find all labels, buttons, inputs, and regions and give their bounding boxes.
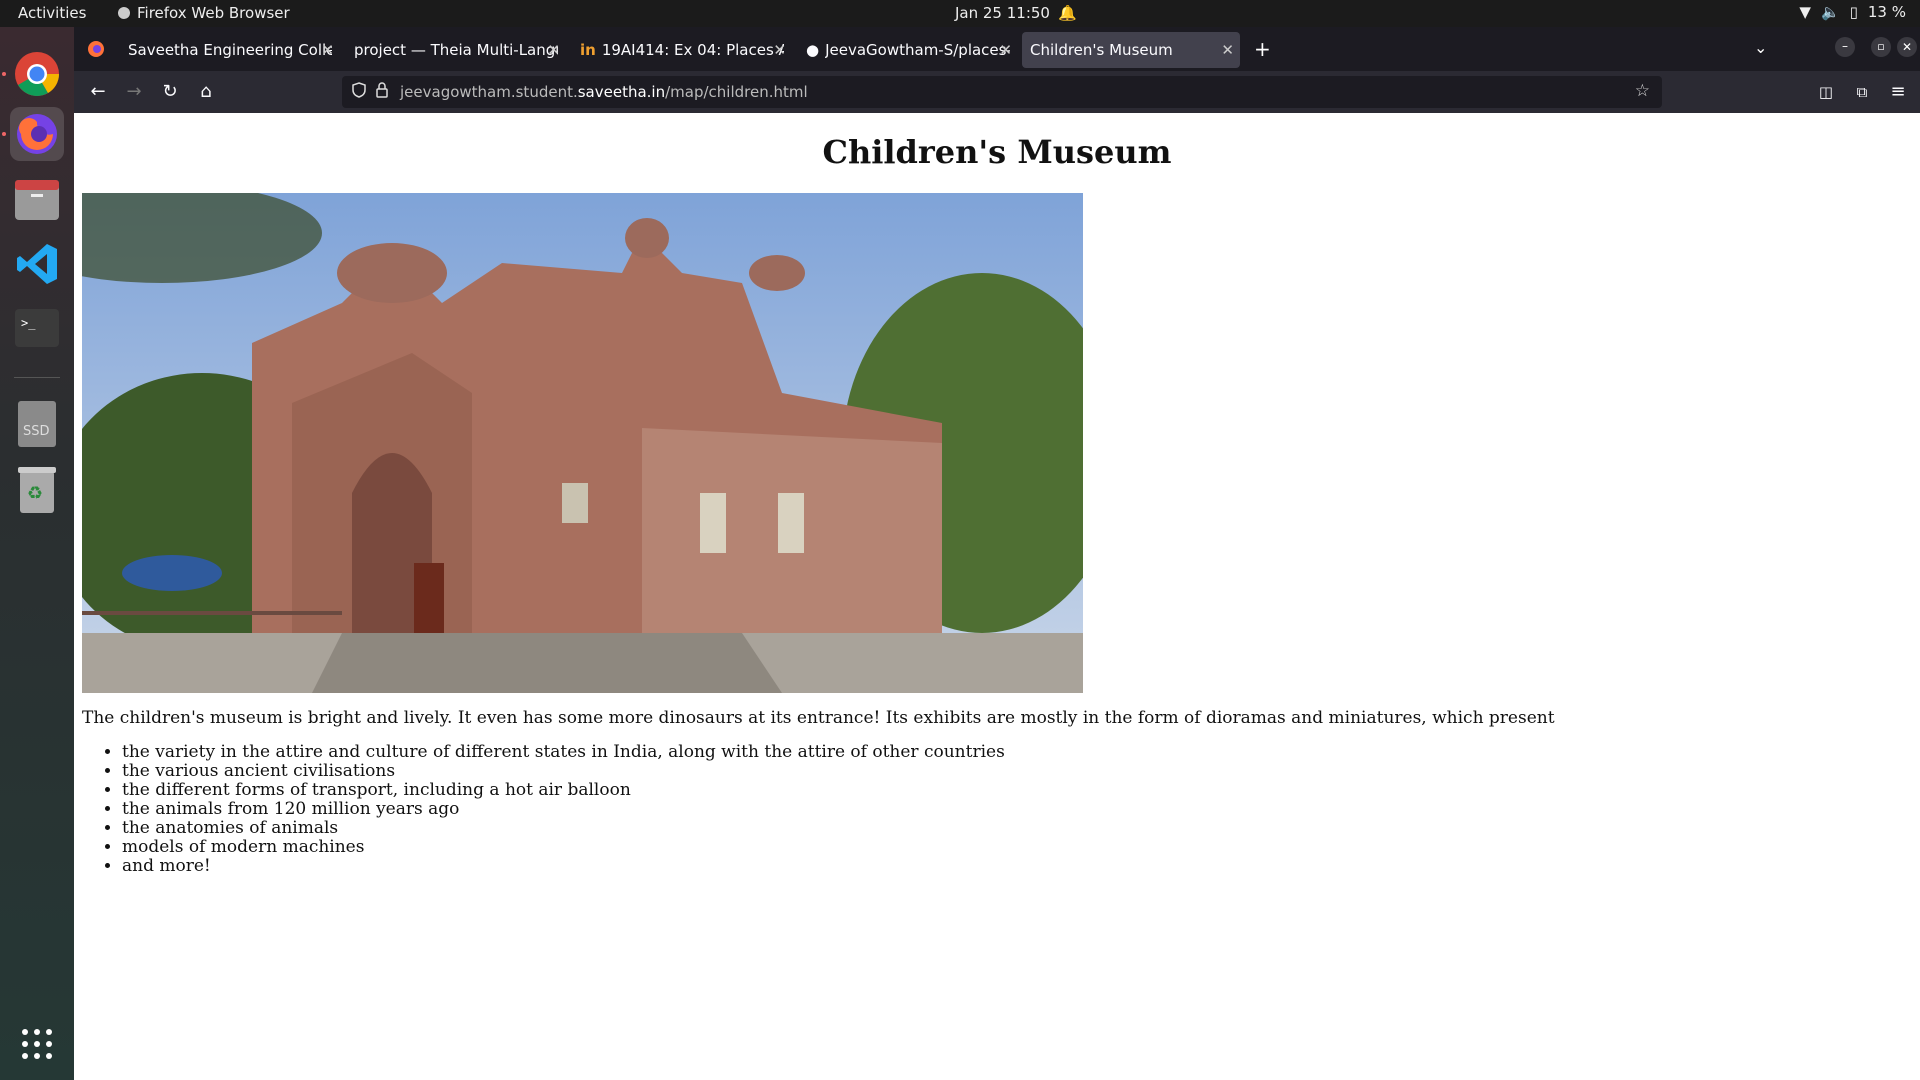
running-indicator xyxy=(2,72,6,76)
wifi-icon: ▼ xyxy=(1799,3,1811,21)
tab-19ai414[interactable]: in 19AI414: Ex 04: Places Around ✕ xyxy=(572,32,792,68)
firefox-small-icon xyxy=(118,7,130,19)
files-icon[interactable] xyxy=(10,173,64,227)
svg-text:SSD: SSD xyxy=(23,424,50,439)
lock-icon[interactable] xyxy=(376,82,388,102)
exhibit-list: the variety in the attire and culture of… xyxy=(122,743,1005,876)
trash-icon[interactable]: ♻ xyxy=(10,463,64,517)
reload-icon[interactable]: ↻ xyxy=(158,80,182,104)
hamburger-menu-icon[interactable]: ≡ xyxy=(1886,80,1910,104)
svg-text:♻: ♻ xyxy=(27,483,43,504)
system-top-bar: Activities Firefox Web Browser Jan 25 11… xyxy=(0,0,1920,27)
close-window-icon[interactable]: ✕ xyxy=(1897,37,1917,57)
extensions-icon[interactable]: ⧉ xyxy=(1850,80,1874,104)
tab-label: 19AI414: Ex 04: Places Around xyxy=(601,41,784,59)
nav-bar: ← → ↻ ⌂ jeevagowtham.student.saveetha.in… xyxy=(74,71,1920,113)
bookmark-star-icon[interactable]: ☆ xyxy=(1635,81,1650,101)
github-icon: ● xyxy=(806,41,820,59)
notification-bell-icon[interactable]: 🔔 xyxy=(1058,4,1077,22)
chrome-icon[interactable] xyxy=(10,47,64,101)
vscode-icon[interactable] xyxy=(10,237,64,291)
back-arrow-icon[interactable]: ← xyxy=(86,80,110,104)
tab-theia[interactable]: project — Theia Multi-Language ✕ xyxy=(346,32,566,68)
new-tab-icon[interactable]: + xyxy=(1254,37,1271,61)
list-item: the anatomies of animals xyxy=(122,819,1005,838)
forward-arrow-icon[interactable]: → xyxy=(122,80,146,104)
firefox-view-icon[interactable] xyxy=(87,40,105,62)
address-bar[interactable]: jeevagowtham.student.saveetha.in/map/chi… xyxy=(342,76,1662,108)
close-tab-icon[interactable]: ✕ xyxy=(321,41,334,59)
list-item: the variety in the attire and culture of… xyxy=(122,743,1005,762)
page-title: Children's Museum xyxy=(822,133,1172,171)
close-tab-icon[interactable]: ✕ xyxy=(773,41,786,59)
battery-icon: ▯ xyxy=(1849,3,1858,21)
ssd-icon[interactable]: SSD xyxy=(10,397,64,451)
app-menu[interactable]: Firefox Web Browser xyxy=(117,4,290,22)
terminal-icon[interactable]: >_ xyxy=(10,301,64,355)
tab-label: Children's Museum xyxy=(1030,41,1173,59)
battery-percent: 13 % xyxy=(1867,3,1906,21)
tab-strip: Saveetha Engineering College ✕ project —… xyxy=(74,27,1920,71)
close-tab-icon[interactable]: ✕ xyxy=(1221,41,1234,59)
tab-label: project — Theia Multi-Language xyxy=(354,41,558,59)
tab-github[interactable]: ● JeevaGowtham-S/places- ✕ xyxy=(798,32,1018,68)
url-path: /map/children.html xyxy=(665,83,808,101)
url-text: jeevagowtham.student.saveetha.in/map/chi… xyxy=(400,83,808,101)
dock-separator xyxy=(14,377,60,378)
url-prefix: jeevagowtham.student. xyxy=(400,83,578,101)
tab-saveetha[interactable]: Saveetha Engineering College ✕ xyxy=(120,32,340,68)
shield-icon[interactable] xyxy=(352,82,366,102)
tab-childrens-museum[interactable]: Children's Museum ✕ xyxy=(1022,32,1240,68)
minimize-icon[interactable]: – xyxy=(1835,37,1855,57)
museum-photo xyxy=(82,193,1083,693)
page-content: Children's Museum The children's museum … xyxy=(74,113,1920,1080)
activities-button[interactable]: Activities xyxy=(18,4,86,22)
list-item: and more! xyxy=(122,857,1005,876)
volume-icon: 🔈 xyxy=(1820,3,1840,21)
app-grid-icon[interactable] xyxy=(10,1017,64,1071)
tab-favicon: in xyxy=(580,41,596,59)
home-icon[interactable]: ⌂ xyxy=(194,80,218,104)
tab-label: Saveetha Engineering College xyxy=(128,41,332,59)
list-item: the animals from 120 million years ago xyxy=(122,800,1005,819)
svg-text:>_: >_ xyxy=(21,316,36,330)
system-tray[interactable]: ▼ 🔈 ▯ 13 % xyxy=(1799,3,1906,21)
firefox-icon[interactable] xyxy=(10,107,64,161)
list-item: the various ancient civilisations xyxy=(122,762,1005,781)
running-indicator xyxy=(2,132,6,136)
tab-label: JeevaGowtham-S/places- xyxy=(825,41,1010,59)
maximize-icon[interactable]: ▫ xyxy=(1871,37,1891,57)
dock: >_ SSD ♻ xyxy=(0,27,74,1080)
firefox-window: Saveetha Engineering College ✕ project —… xyxy=(74,27,1920,1080)
clock[interactable]: Jan 25 11:50 xyxy=(955,4,1050,22)
tab-list-chevron-down-icon[interactable]: ⌄ xyxy=(1754,38,1767,57)
close-tab-icon[interactable]: ✕ xyxy=(999,41,1012,59)
close-tab-icon[interactable]: ✕ xyxy=(547,41,560,59)
intro-paragraph: The children's museum is bright and live… xyxy=(82,708,1555,728)
list-item: the different forms of transport, includ… xyxy=(122,781,1005,800)
list-item: models of modern machines xyxy=(122,838,1005,857)
url-domain: saveetha.in xyxy=(577,83,666,101)
app-menu-label: Firefox Web Browser xyxy=(137,4,290,22)
pocket-icon[interactable]: ◫ xyxy=(1814,80,1838,104)
